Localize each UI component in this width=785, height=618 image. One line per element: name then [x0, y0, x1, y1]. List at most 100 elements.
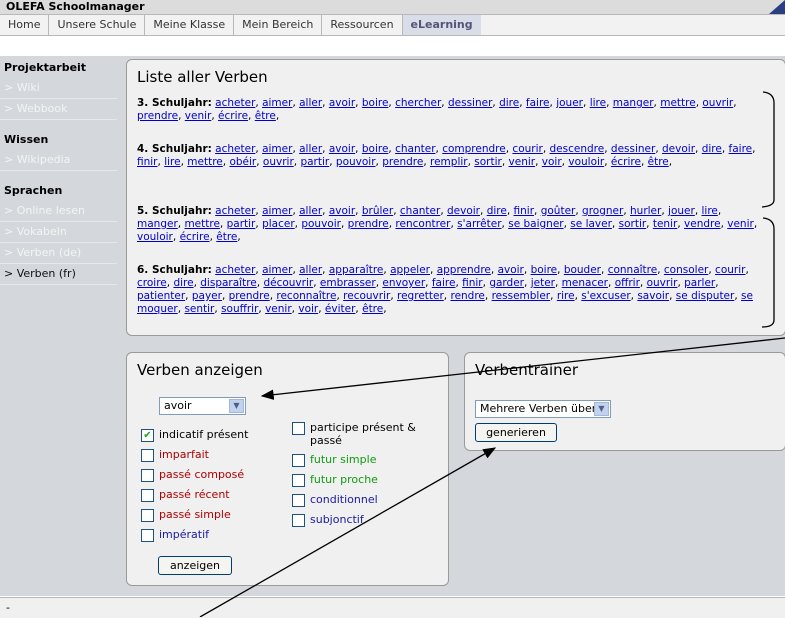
verb-link[interactable]: envoyer [382, 277, 425, 289]
verb-link[interactable]: aller [299, 205, 322, 217]
verb-link[interactable]: se disputer [676, 290, 735, 302]
checkbox-icon[interactable] [141, 509, 154, 522]
verb-link[interactable]: tenir [653, 218, 677, 230]
verb-link[interactable]: aimer [262, 205, 292, 217]
verb-link[interactable]: apparaître [329, 264, 384, 276]
verb-link[interactable]: ouvrir [263, 156, 294, 168]
verb-link[interactable]: voir [298, 303, 318, 315]
checkbox-participe-présent-passé[interactable]: participe présent & passé [292, 421, 442, 447]
verb-link[interactable]: regretter [397, 290, 444, 302]
verb-link[interactable]: consoler [664, 264, 708, 276]
sidebar-item-online-lesen[interactable]: > Online lesen [0, 201, 117, 222]
verb-link[interactable]: faire [526, 97, 550, 109]
verb-link[interactable]: courir [715, 264, 745, 276]
verb-link[interactable]: courir [512, 143, 542, 155]
verb-link[interactable]: écrire [180, 231, 210, 243]
verb-link[interactable]: faire [432, 277, 456, 289]
verb-link[interactable]: lire [164, 156, 180, 168]
verb-link[interactable]: avoir [329, 97, 355, 109]
chevron-down-icon[interactable]: ▼ [229, 399, 244, 413]
verb-link[interactable]: lire [702, 205, 718, 217]
verb-link[interactable]: boire [362, 143, 389, 155]
verb-link[interactable]: croire [137, 277, 167, 289]
verb-link[interactable]: menacer [562, 277, 608, 289]
verb-link[interactable]: venir [185, 110, 212, 122]
verb-link[interactable]: rendre [450, 290, 484, 302]
verb-link[interactable]: ouvrir [702, 97, 733, 109]
verb-link[interactable]: recouvrir [343, 290, 390, 302]
verb-link[interactable]: écrire [218, 110, 248, 122]
verb-link[interactable]: acheter [215, 97, 255, 109]
verb-link[interactable]: prendre [382, 156, 423, 168]
verb-link[interactable]: reconnaître [276, 290, 336, 302]
verb-link[interactable]: acheter [215, 264, 255, 276]
checkbox-conditionnel[interactable]: conditionnel [292, 493, 442, 507]
verb-link[interactable]: être [362, 303, 383, 315]
window-corner-icon[interactable] [769, 0, 785, 14]
tab-mein-bereich[interactable]: Mein Bereich [234, 15, 323, 35]
verb-link[interactable]: pouvoir [301, 218, 341, 230]
verb-link[interactable]: chanter [400, 205, 440, 217]
verb-link[interactable]: prendre [229, 290, 270, 302]
verb-link[interactable]: goûter [541, 205, 576, 217]
verb-link[interactable]: dessiner [611, 143, 655, 155]
verb-link[interactable]: manger [613, 97, 654, 109]
verb-link[interactable]: acheter [215, 143, 255, 155]
checkbox-icon[interactable] [292, 454, 305, 467]
verb-link[interactable]: sortir [474, 156, 502, 168]
verb-link[interactable]: être [648, 156, 669, 168]
verb-link[interactable]: aimer [262, 264, 292, 276]
verb-link[interactable]: lire [590, 97, 606, 109]
verb-link[interactable]: mettre [187, 156, 222, 168]
anzeigen-button[interactable]: anzeigen [158, 556, 232, 575]
trainer-mode-select[interactable]: Mehrere Verben üben ▼ [475, 400, 611, 418]
verb-link[interactable]: aimer [262, 97, 292, 109]
sidebar-item-wikipedia[interactable]: > Wikipedia [0, 150, 117, 171]
checkbox-futur-proche[interactable]: futur proche [292, 473, 442, 487]
checkbox-passé-simple[interactable]: passé simple [141, 508, 291, 522]
verb-link[interactable]: aller [299, 264, 322, 276]
verb-link[interactable]: grogner [582, 205, 623, 217]
verb-link[interactable]: obéir [229, 156, 256, 168]
checkbox-imparfait[interactable]: imparfait [141, 448, 291, 462]
generieren-button[interactable]: generieren [475, 423, 557, 442]
verb-link[interactable]: descendre [550, 143, 605, 155]
checkbox-icon[interactable] [141, 529, 154, 542]
verb-link[interactable]: rire [557, 290, 575, 302]
verb-link[interactable]: boire [531, 264, 558, 276]
verb-link[interactable]: aller [299, 143, 322, 155]
verb-link[interactable]: finir [462, 277, 483, 289]
verb-link[interactable]: offrir [615, 277, 640, 289]
checkbox-icon[interactable] [292, 474, 305, 487]
verb-link[interactable]: vendre [684, 218, 721, 230]
verb-link[interactable]: patienter [137, 290, 185, 302]
verb-link[interactable]: rencontrer [395, 218, 450, 230]
verb-link[interactable]: avoir [329, 205, 355, 217]
sidebar-item-wiki[interactable]: > Wiki [0, 78, 117, 99]
verb-link[interactable]: aller [299, 97, 322, 109]
verb-link[interactable]: garder [489, 277, 524, 289]
verb-link[interactable]: partir [300, 156, 329, 168]
verb-link[interactable]: aimer [262, 143, 292, 155]
checkbox-icon[interactable] [292, 514, 305, 527]
sidebar-item-webbook[interactable]: > Webbook [0, 99, 117, 120]
verb-link[interactable]: se laver [570, 218, 612, 230]
verb-link[interactable]: apprendre [437, 264, 491, 276]
verb-link[interactable]: dire [702, 143, 722, 155]
verb-link[interactable]: se baigner [508, 218, 563, 230]
verb-link[interactable]: découvrir [263, 277, 313, 289]
sidebar-item-vokabeln[interactable]: > Vokabeln [0, 222, 117, 243]
verb-link[interactable]: brûler [362, 205, 393, 217]
verb-link[interactable]: écrire [611, 156, 641, 168]
tab-meine-klasse[interactable]: Meine Klasse [145, 15, 235, 35]
verb-link[interactable]: voir [542, 156, 562, 168]
checkbox-futur-simple[interactable]: futur simple [292, 453, 442, 467]
verb-link[interactable]: hurler [630, 205, 661, 217]
verb-link[interactable]: avoir [329, 143, 355, 155]
verb-link[interactable]: éviter [325, 303, 356, 315]
verb-link[interactable]: jouer [668, 205, 695, 217]
verb-link[interactable]: remplir [430, 156, 468, 168]
chevron-down-icon[interactable]: ▼ [594, 402, 609, 416]
verb-link[interactable]: faire [729, 143, 753, 155]
verb-link[interactable]: finir [137, 156, 158, 168]
